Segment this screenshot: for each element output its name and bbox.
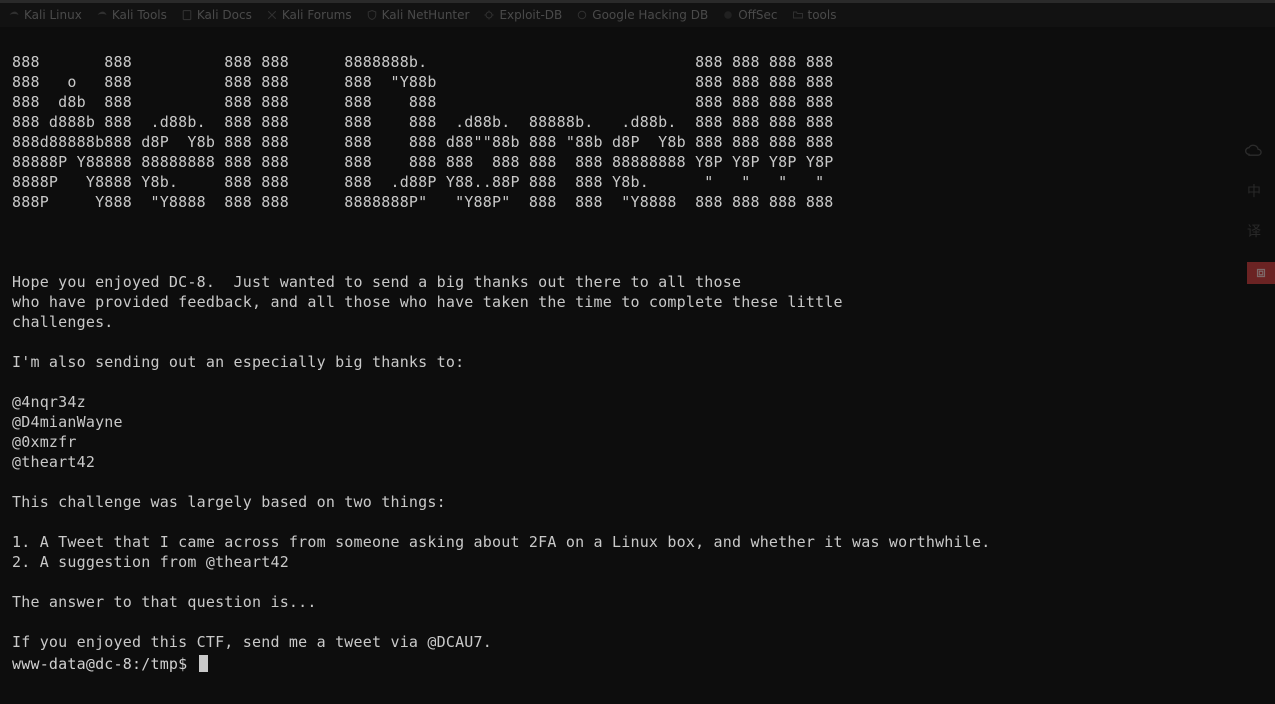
dragon-icon <box>8 9 20 21</box>
bookmark-label: Kali Tools <box>112 8 167 22</box>
ascii-banner: 888 888 888 888 8888888b. 888 888 888 88… <box>12 52 1265 212</box>
bookmark-label: Google Hacking DB <box>592 8 708 22</box>
google-icon <box>576 9 588 21</box>
bookmark-tools-folder[interactable]: tools <box>792 8 837 22</box>
expand-tab[interactable] <box>1247 262 1275 284</box>
book-icon <box>181 9 193 21</box>
shell-prompt: www-data@dc-8:/tmp$ <box>12 655 197 673</box>
bookmark-label: Kali Linux <box>24 8 82 22</box>
terminal[interactable]: 888 888 888 888 8888888b. 888 888 888 88… <box>0 27 1275 704</box>
lang-zh-icon[interactable]: 中 <box>1243 180 1265 202</box>
bookmark-label: Exploit-DB <box>499 8 562 22</box>
terminal-body-text: Hope you enjoyed DC-8. Just wanted to se… <box>12 212 1265 652</box>
bookmark-kali-forums[interactable]: Kali Forums <box>266 8 352 22</box>
bookmark-label: Kali Docs <box>197 8 252 22</box>
dragon-icon <box>96 9 108 21</box>
bookmark-google-hacking-db[interactable]: Google Hacking DB <box>576 8 708 22</box>
cloud-icon[interactable] <box>1243 140 1265 162</box>
ime-panel: 中 译 <box>1243 140 1265 242</box>
bookmarks-bar: Kali Linux Kali Tools Kali Docs Kali For… <box>0 3 1275 27</box>
bookmark-kali-nethunter[interactable]: Kali NetHunter <box>366 8 470 22</box>
bookmark-kali-docs[interactable]: Kali Docs <box>181 8 252 22</box>
shield-icon <box>366 9 378 21</box>
translate-icon[interactable]: 译 <box>1243 220 1265 242</box>
folder-icon <box>792 9 804 21</box>
bookmark-kali-tools[interactable]: Kali Tools <box>96 8 167 22</box>
offsec-icon <box>722 9 734 21</box>
prompt-line: www-data@dc-8:/tmp$ <box>12 654 1265 674</box>
bookmark-label: Kali NetHunter <box>382 8 470 22</box>
bookmark-kali-linux[interactable]: Kali Linux <box>8 8 82 22</box>
cursor <box>199 655 208 672</box>
bookmark-label: OffSec <box>738 8 777 22</box>
bug-icon <box>483 9 495 21</box>
bookmark-label: tools <box>808 8 837 22</box>
x-icon <box>266 9 278 21</box>
bookmark-exploit-db[interactable]: Exploit-DB <box>483 8 562 22</box>
bookmark-offsec[interactable]: OffSec <box>722 8 777 22</box>
expand-icon <box>1254 266 1268 280</box>
bookmark-label: Kali Forums <box>282 8 352 22</box>
